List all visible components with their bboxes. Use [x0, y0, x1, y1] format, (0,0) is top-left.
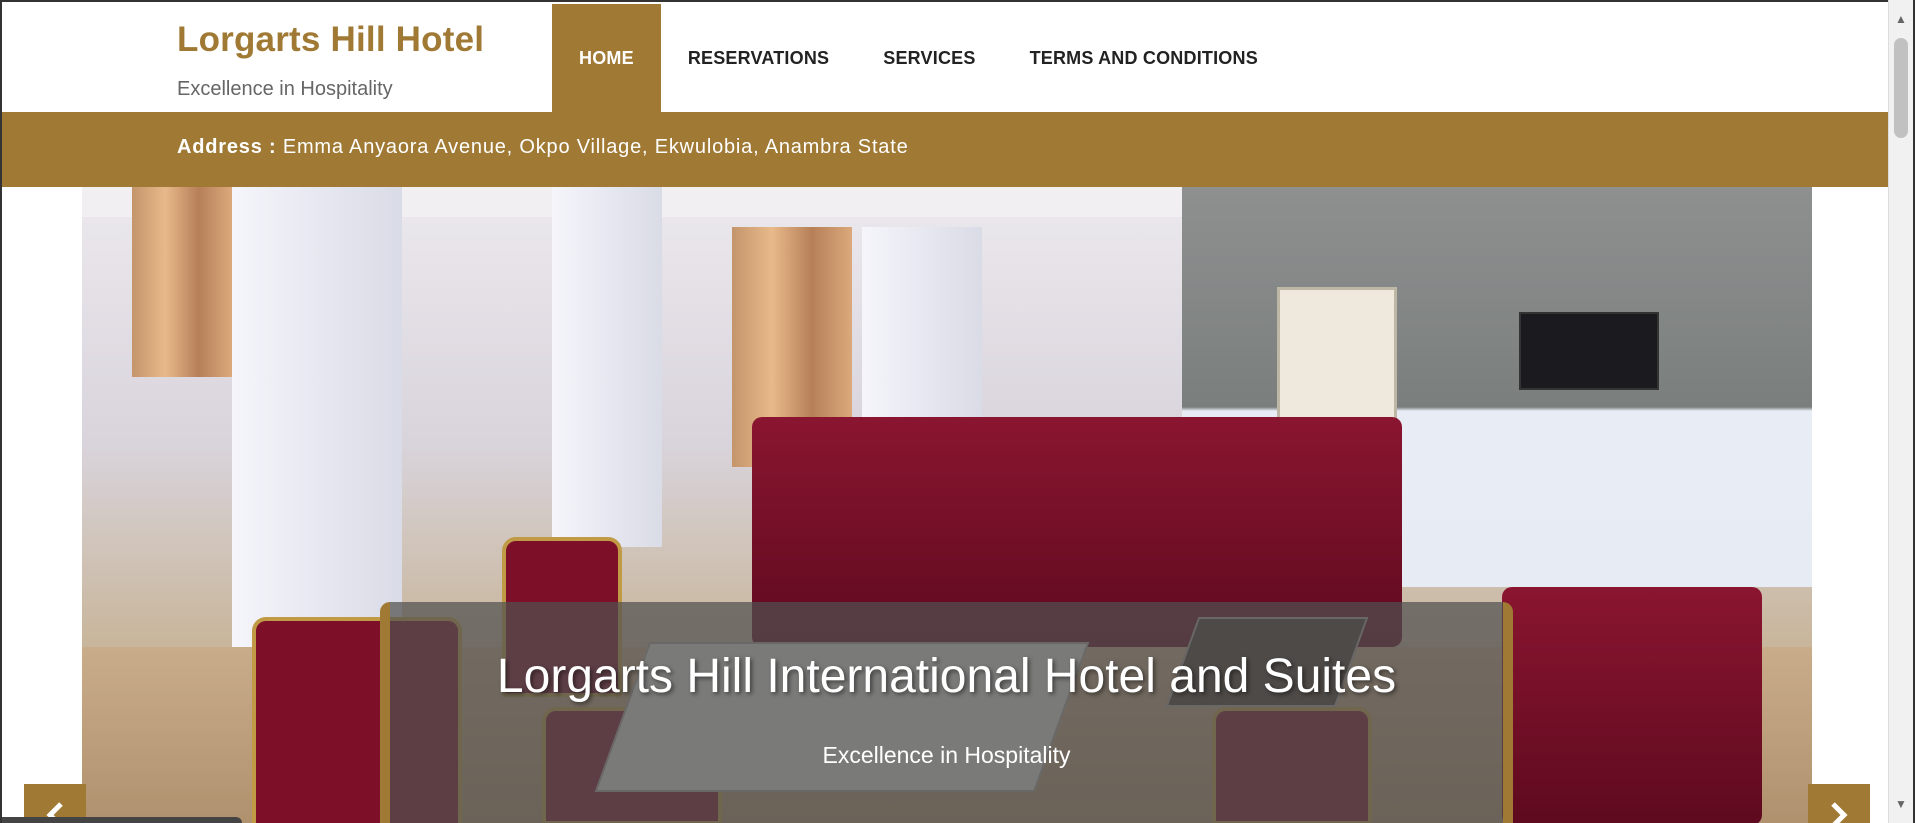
address-bar: Address : Emma Anyaora Avenue, Okpo Vill… [2, 112, 1890, 187]
brand-title[interactable]: Lorgarts Hill Hotel [177, 20, 484, 60]
address-label: Address : [177, 136, 277, 158]
slide-sofa [1502, 587, 1762, 823]
status-bar-stub [2, 817, 242, 823]
nav-item-home[interactable]: HOME [552, 4, 661, 112]
chevron-right-icon [1831, 802, 1848, 823]
address-value: Emma Anyaora Avenue, Okpo Village, Ekwul… [282, 136, 909, 158]
scroll-up-icon[interactable]: ▲ [1893, 12, 1909, 28]
nav-item-terms[interactable]: TERMS AND CONDITIONS [1003, 4, 1285, 112]
slide-tv [1519, 312, 1659, 390]
hero-carousel: Lorgarts Hill International Hotel and Su… [2, 187, 1890, 823]
page-scrollbar[interactable]: ▲ ▼ [1888, 0, 1913, 823]
nav-item-reservations[interactable]: RESERVATIONS [661, 4, 856, 112]
caption-title: Lorgarts Hill International Hotel and Su… [496, 650, 1397, 703]
browser-frame: Lorgarts Hill Hotel Excellence in Hospit… [0, 0, 1915, 823]
main-nav: HOME RESERVATIONS SERVICES TERMS AND CON… [552, 4, 1285, 112]
address-text: Address : Emma Anyaora Avenue, Okpo Vill… [177, 136, 909, 159]
brand[interactable]: Lorgarts Hill Hotel Excellence in Hospit… [177, 20, 484, 101]
brand-tagline: Excellence in Hospitality [177, 78, 393, 100]
site-header: Lorgarts Hill Hotel Excellence in Hospit… [2, 2, 1890, 112]
slide-pillar [552, 187, 662, 547]
scroll-down-icon[interactable]: ▼ [1893, 797, 1909, 813]
nav-item-services[interactable]: SERVICES [856, 4, 1002, 112]
scroll-thumb[interactable] [1894, 38, 1908, 138]
carousel-next-button[interactable] [1808, 784, 1870, 823]
caption-subtitle: Excellence in Hospitality [822, 742, 1071, 768]
carousel-caption: Lorgarts Hill International Hotel and Su… [380, 602, 1513, 823]
slide-curtain [132, 187, 232, 377]
